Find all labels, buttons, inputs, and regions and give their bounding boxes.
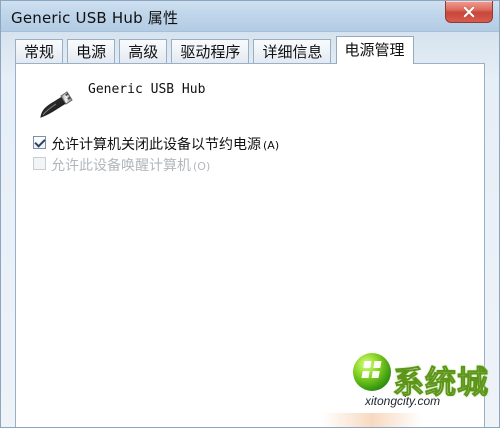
allow-turn-off-hotkey: (A) [263,139,280,152]
allow-turn-off-checkbox[interactable] [33,136,46,149]
device-name: Generic USB Hub [88,82,206,97]
tab-power[interactable]: 电源 [67,39,116,63]
close-icon [462,5,476,19]
tab-general-label: 常规 [24,43,55,61]
properties-window: Generic USB Hub 属性 常规 电源 高级 驱动程序 详细信息 电源… [0,0,500,428]
tab-strip: 常规 电源 高级 驱动程序 详细信息 电源管理 [15,36,414,64]
tab-general[interactable]: 常规 [15,39,64,63]
tab-details-label: 详细信息 [262,43,323,61]
window-title: Generic USB Hub 属性 [11,9,179,27]
site-watermark: 系统城 xitongcity.com [335,339,491,417]
tab-advanced[interactable]: 高级 [119,39,168,63]
usb-icon [40,91,73,118]
tab-power-management[interactable]: 电源管理 [335,36,414,64]
tab-advanced-label: 高级 [128,43,159,61]
tab-power-management-label: 电源管理 [344,41,405,59]
close-button[interactable] [445,1,493,23]
tab-power-label: 电源 [76,43,107,61]
title-bar: Generic USB Hub 属性 [1,1,499,32]
allow-turn-off-text: 允许计算机关闭此设备以节约电源 [51,137,261,153]
allow-wake-checkbox [33,157,46,170]
allow-wake-text: 允许此设备唤醒计算机 [51,158,191,174]
windows-logo-icon [353,353,391,391]
allow-wake-hotkey: (O) [193,160,211,173]
watermark-url: xitongcity.com [365,394,441,408]
tab-driver-label: 驱动程序 [180,43,241,61]
allow-wake-label: 允许此设备唤醒计算机 (O) [51,155,210,175]
allow-turn-off-label[interactable]: 允许计算机关闭此设备以节约电源 (A) [51,134,279,154]
tab-driver[interactable]: 驱动程序 [171,39,250,63]
tab-details[interactable]: 详细信息 [253,39,332,63]
